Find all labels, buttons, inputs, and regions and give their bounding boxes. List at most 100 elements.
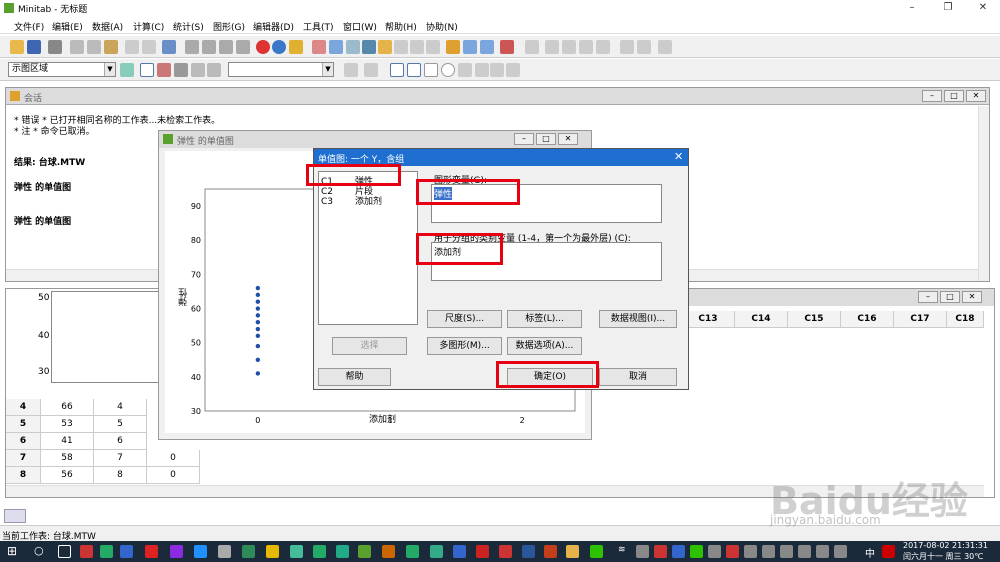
table-cell[interactable]: 53 bbox=[41, 416, 94, 433]
search-icon[interactable]: ○ bbox=[34, 544, 44, 557]
tray-icon[interactable] bbox=[762, 545, 775, 558]
windows-start-icon[interactable]: ⊞ bbox=[7, 544, 17, 558]
app-icon[interactable] bbox=[453, 545, 466, 558]
tray-icon[interactable] bbox=[744, 545, 757, 558]
table-cell[interactable]: 0 bbox=[147, 467, 200, 484]
multiple-graphs-button[interactable]: 多图形(M)... bbox=[427, 337, 502, 355]
tray-icon[interactable] bbox=[780, 545, 793, 558]
redo-icon[interactable] bbox=[142, 40, 156, 54]
minimize-button[interactable]: – bbox=[895, 0, 929, 16]
dialog-close-icon[interactable]: ✕ bbox=[674, 150, 683, 163]
text-tool-icon[interactable] bbox=[407, 63, 421, 77]
find-icon[interactable] bbox=[219, 40, 233, 54]
row-up-icon[interactable] bbox=[185, 40, 199, 54]
tray-icon[interactable] bbox=[726, 545, 739, 558]
tray-icon[interactable] bbox=[690, 545, 703, 558]
pen2-icon[interactable] bbox=[637, 40, 651, 54]
table-icon[interactable] bbox=[463, 40, 477, 54]
column-header[interactable]: C16 bbox=[841, 311, 894, 328]
row-number[interactable]: 4 bbox=[6, 399, 41, 416]
cut-icon[interactable] bbox=[70, 40, 84, 54]
assistant-icon[interactable] bbox=[289, 40, 303, 54]
ellipse-icon[interactable] bbox=[441, 63, 455, 77]
menu-edit[interactable]: 编辑(E) bbox=[52, 20, 83, 33]
align2-icon[interactable] bbox=[562, 40, 576, 54]
column-header[interactable]: C18 bbox=[947, 311, 984, 328]
menu-stat[interactable]: 统计(S) bbox=[173, 20, 204, 33]
app-icon[interactable] bbox=[313, 545, 326, 558]
table-cell[interactable]: 4 bbox=[94, 399, 147, 416]
session-close-button[interactable]: ✕ bbox=[966, 90, 986, 102]
polyline-icon[interactable] bbox=[506, 63, 520, 77]
powerpoint-icon[interactable] bbox=[544, 545, 557, 558]
print-icon[interactable] bbox=[48, 40, 62, 54]
polygon-icon[interactable] bbox=[490, 63, 504, 77]
app-icon[interactable] bbox=[336, 545, 349, 558]
menu-help[interactable]: 帮助(H) bbox=[385, 20, 417, 33]
graph-maximize-button[interactable]: □ bbox=[536, 133, 556, 145]
minitab-task-icon[interactable] bbox=[358, 545, 371, 558]
app-icon[interactable] bbox=[80, 545, 93, 558]
column-header[interactable]: C15 bbox=[788, 311, 841, 328]
report-icon[interactable] bbox=[394, 40, 408, 54]
align-icon[interactable] bbox=[545, 40, 559, 54]
close-button[interactable]: ✕ bbox=[966, 0, 1000, 16]
task-view-icon[interactable] bbox=[58, 545, 71, 558]
row-number[interactable]: 5 bbox=[6, 416, 41, 433]
edit-icon[interactable] bbox=[120, 63, 134, 77]
app-icon[interactable] bbox=[382, 545, 395, 558]
session-window-icon[interactable] bbox=[312, 40, 326, 54]
row-number[interactable]: 7 bbox=[6, 450, 41, 467]
app-icon[interactable] bbox=[145, 545, 158, 558]
related-docs-icon[interactable] bbox=[426, 40, 440, 54]
app-icon[interactable] bbox=[476, 545, 489, 558]
browser-icon[interactable] bbox=[194, 545, 207, 558]
help-button[interactable]: 帮助 bbox=[318, 368, 391, 386]
restore-button[interactable]: ❐ bbox=[931, 0, 965, 16]
close-graphs-icon[interactable] bbox=[500, 40, 514, 54]
tray-icon[interactable] bbox=[708, 545, 721, 558]
session-minimize-button[interactable]: – bbox=[922, 90, 942, 102]
tray-icon[interactable] bbox=[654, 545, 667, 558]
onenote-icon[interactable] bbox=[170, 545, 183, 558]
open-icon[interactable] bbox=[10, 40, 24, 54]
align4-icon[interactable] bbox=[596, 40, 610, 54]
flag-icon[interactable] bbox=[191, 63, 205, 77]
brush-tool-icon[interactable] bbox=[525, 40, 539, 54]
worksheet-minimize-button[interactable]: – bbox=[918, 291, 938, 303]
graphs-icon[interactable] bbox=[346, 40, 360, 54]
pointer-icon[interactable] bbox=[390, 63, 404, 77]
column-header[interactable]: C17 bbox=[894, 311, 947, 328]
table-cell[interactable]: 58 bbox=[41, 450, 94, 467]
menu-assist[interactable]: 协助(N) bbox=[426, 20, 458, 33]
graph-minimize-button[interactable]: – bbox=[514, 133, 534, 145]
select-arrow-icon[interactable] bbox=[140, 63, 154, 77]
tray-icon[interactable] bbox=[798, 545, 811, 558]
clock-day[interactable]: 闰六月十一 周三 30℃ bbox=[903, 551, 983, 562]
cancel-button[interactable]: 取消 bbox=[599, 368, 677, 386]
word-icon[interactable] bbox=[522, 545, 535, 558]
menu-calc[interactable]: 计算(C) bbox=[133, 20, 164, 33]
align3-icon[interactable] bbox=[579, 40, 593, 54]
clock-date[interactable]: 2017-08-02 21:31:31 bbox=[903, 541, 988, 550]
wechat-icon[interactable] bbox=[590, 545, 603, 558]
column-header[interactable]: C13 bbox=[682, 311, 735, 328]
session-maximize-button[interactable]: □ bbox=[944, 90, 964, 102]
app-icon[interactable] bbox=[120, 545, 133, 558]
variable-list[interactable]: C1 弹性 C2 片段 C3 添加剂 bbox=[318, 171, 418, 325]
app-icon[interactable] bbox=[100, 545, 113, 558]
pen-icon[interactable] bbox=[620, 40, 634, 54]
column-icon[interactable] bbox=[446, 40, 460, 54]
row-down-icon[interactable] bbox=[202, 40, 216, 54]
ime-indicator[interactable]: 中 bbox=[865, 545, 875, 560]
row-number[interactable]: 6 bbox=[6, 433, 41, 450]
paste-icon[interactable] bbox=[104, 40, 118, 54]
menu-data[interactable]: 数据(A) bbox=[92, 20, 123, 33]
folder-icon[interactable] bbox=[566, 545, 579, 558]
rectangle-icon[interactable] bbox=[424, 63, 438, 77]
worksheet-tab-icon[interactable] bbox=[4, 509, 26, 523]
app-icon[interactable] bbox=[499, 545, 512, 558]
region-combo[interactable]: 示图区域 ▼ bbox=[8, 62, 116, 77]
worksheet-icon[interactable] bbox=[329, 40, 343, 54]
table-cell[interactable]: 0 bbox=[147, 450, 200, 467]
